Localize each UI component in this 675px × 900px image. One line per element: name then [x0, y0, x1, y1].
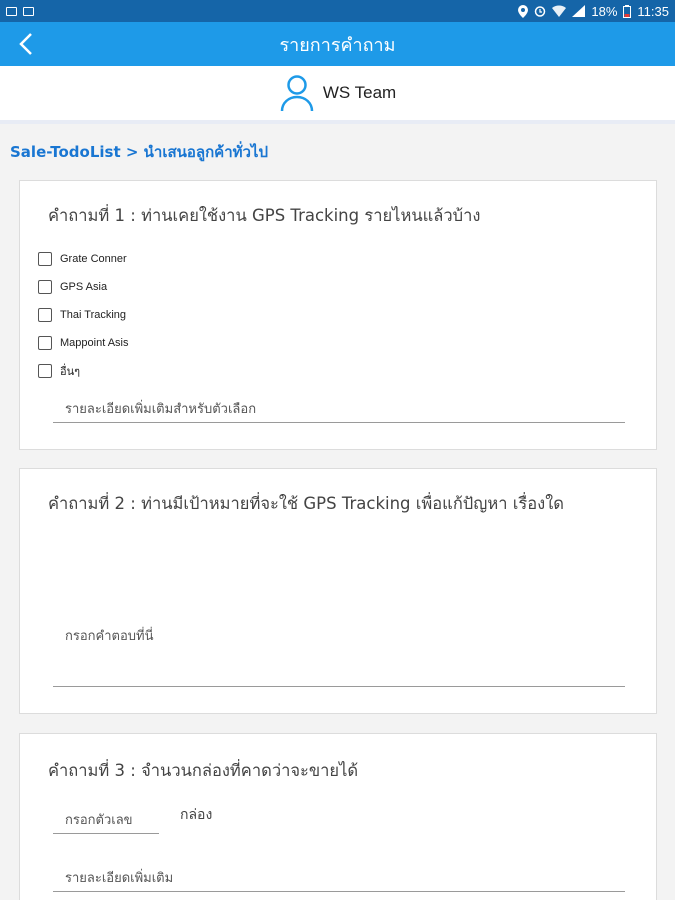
option-label: GPS Asia	[60, 281, 108, 293]
location-icon	[518, 4, 529, 18]
option-detail-input[interactable]: รายละเอียดเพิ่มเติมสำหรับตัวเลือก	[53, 395, 625, 423]
question-card-1: คำถามที่ 1 : ท่านเคยใช้งาน GPS Tracking …	[19, 180, 657, 450]
input-placeholder: กรอกคำตอบที่นี่	[65, 629, 154, 644]
option-checkbox[interactable]: อื่นๆ	[38, 357, 128, 385]
checkbox-group: Grate Conner GPS Asia Thai Tracking Mapp…	[38, 245, 128, 385]
option-checkbox[interactable]: Mappoint Asis	[38, 329, 128, 357]
input-placeholder: รายละเอียดเพิ่มเติม	[65, 871, 174, 886]
option-checkbox[interactable]: Thai Tracking	[38, 301, 128, 329]
checkbox[interactable]	[38, 252, 52, 266]
option-checkbox[interactable]: GPS Asia	[38, 273, 128, 301]
checkbox[interactable]	[38, 280, 52, 294]
checkbox[interactable]	[38, 364, 52, 378]
battery-icon	[623, 4, 632, 18]
detail-input[interactable]: รายละเอียดเพิ่มเติม	[53, 864, 625, 892]
page-title: รายการคำถาม	[279, 34, 396, 56]
option-label: Mappoint Asis	[60, 337, 129, 349]
chevron-left-icon	[19, 33, 32, 55]
question-card-3: คำถามที่ 3 : จำนวนกล่องที่คาดว่าจะขายได้…	[19, 733, 657, 900]
status-bar: 18% 11:35	[0, 0, 675, 22]
alarm-icon	[535, 6, 546, 17]
question-card-2: คำถามที่ 2 : ท่านมีเป้าหมายที่จะใช้ GPS …	[19, 468, 657, 714]
unit-label: กล่อง	[180, 807, 213, 823]
user-header: WS Team	[0, 66, 675, 124]
option-label: อื่นๆ	[60, 366, 81, 378]
back-button[interactable]	[10, 28, 42, 60]
checkbox[interactable]	[38, 336, 52, 350]
number-input[interactable]: กรอกตัวเลข	[53, 806, 159, 834]
option-label: Grate Conner	[60, 253, 127, 265]
answer-textarea[interactable]: กรอกคำตอบที่นี่	[53, 615, 625, 687]
option-checkbox[interactable]: Grate Conner	[38, 245, 128, 273]
app-bar: รายการคำถาม	[0, 22, 675, 66]
signal-icon	[572, 5, 586, 17]
question-title: คำถามที่ 3 : จำนวนกล่องที่คาดว่าจะขายได้	[48, 761, 359, 780]
question-title: คำถามที่ 1 : ท่านเคยใช้งาน GPS Tracking …	[48, 206, 481, 225]
gallery-icon	[6, 6, 17, 16]
user-name: WS Team	[322, 83, 397, 102]
user-icon	[280, 75, 314, 112]
option-label: Thai Tracking	[60, 309, 127, 321]
input-placeholder: รายละเอียดเพิ่มเติมสำหรับตัวเลือก	[65, 402, 257, 417]
clock: 11:35	[637, 3, 669, 19]
wifi-icon	[552, 5, 567, 17]
breadcrumb[interactable]: Sale-TodoList > นำเสนอลูกค้าทั่วไป	[10, 140, 268, 164]
message-icon	[23, 6, 34, 16]
checkbox[interactable]	[38, 308, 52, 322]
question-title: คำถามที่ 2 : ท่านมีเป้าหมายที่จะใช้ GPS …	[48, 494, 564, 513]
battery-percent: 18%	[591, 3, 618, 19]
notification-icons	[6, 6, 34, 16]
input-placeholder: กรอกตัวเลข	[65, 813, 133, 828]
